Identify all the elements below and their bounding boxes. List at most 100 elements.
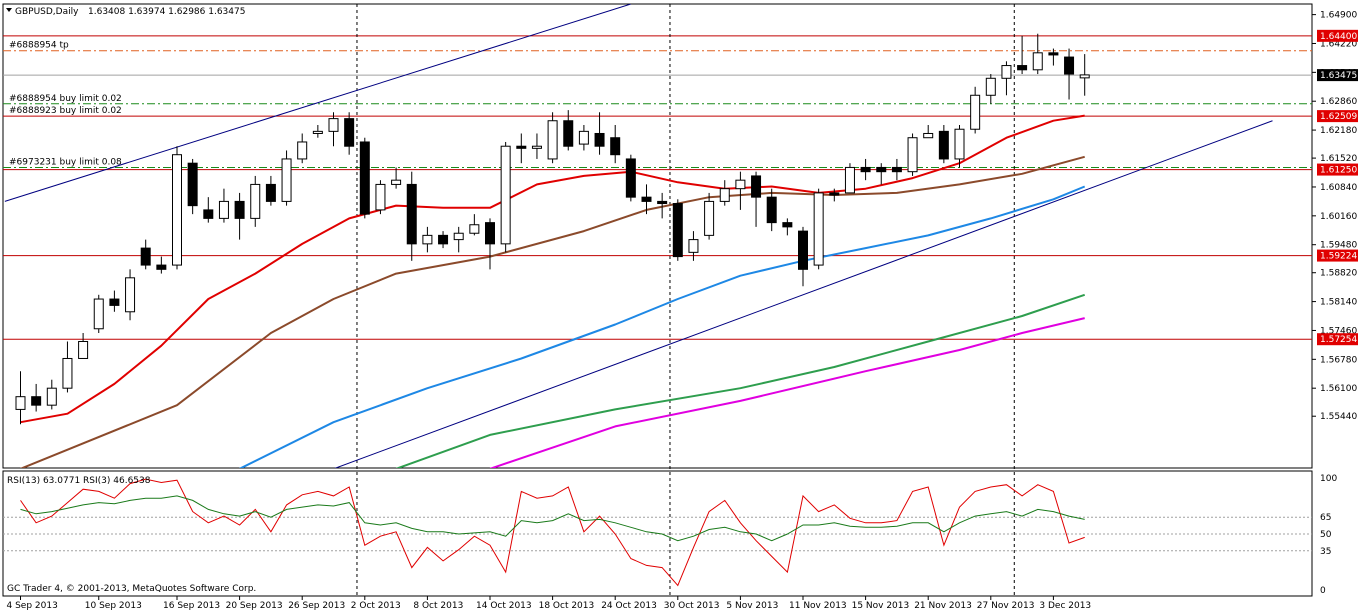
candle (672, 199, 683, 261)
candle-body-bear (657, 200, 668, 205)
candle-body-bull (422, 234, 433, 245)
candle-body-bull (172, 154, 182, 266)
candle-body-bear (140, 247, 151, 266)
candle-body-bear (234, 200, 245, 219)
date-label: 3 Dec 2013 (1039, 601, 1091, 611)
candle-body-bear (876, 166, 887, 173)
date-label: 16 Sep 2013 (163, 601, 220, 611)
candle-body-bear (610, 137, 621, 156)
price-tick-label: 1.58820 (1320, 269, 1357, 279)
candle-body-bull (62, 357, 73, 389)
symbol-label: GBPUSD,Daily (15, 7, 79, 17)
price-chart[interactable]: #6888954 tp #6888954 buy limit 0.02 #68889… (0, 0, 1358, 613)
candle-body-bull (719, 188, 730, 202)
price-badge-label: 1.63475 (1320, 71, 1357, 81)
candle (359, 137, 370, 219)
candle (844, 163, 855, 194)
candle-body-bull (125, 277, 136, 313)
candle-body-bull (1032, 52, 1043, 71)
candle-body-bear (625, 158, 636, 198)
candle-body-bear (203, 209, 214, 219)
candle-body-bull (250, 183, 261, 219)
date-label: 30 Oct 2013 (664, 601, 720, 611)
candle-body-bull (391, 179, 402, 185)
candle-body-bull (688, 239, 699, 253)
candle (375, 180, 386, 215)
price-tick-label: 1.59480 (1320, 241, 1357, 251)
rsi-tick-label: 65 (1320, 513, 1331, 523)
candle-body-bear (782, 222, 793, 228)
price-tick-label: 1.60840 (1320, 183, 1357, 193)
candle-body-bear (751, 175, 762, 198)
candle-body-bear (156, 264, 167, 270)
candle-body-bear (891, 166, 902, 173)
price-tick-label: 1.56780 (1320, 355, 1357, 365)
candle (93, 294, 104, 334)
candle-body-bear (672, 203, 683, 258)
rsi-tick-label: 0 (1320, 586, 1326, 596)
rsi-tick-label: 35 (1320, 547, 1331, 557)
candle-body-bull (704, 200, 715, 236)
candle-body-bear (344, 118, 355, 147)
ohlc-label: 1.63408 1.63974 1.62986 1.63475 (88, 7, 245, 17)
candle-body-bull (985, 77, 996, 96)
date-label: 14 Oct 2013 (476, 601, 532, 611)
candle-body-bull (15, 396, 26, 410)
candle (907, 133, 918, 176)
date-label: 18 Oct 2013 (539, 601, 595, 611)
candle-body-bull (1079, 74, 1090, 79)
candle-body-bull (500, 145, 511, 245)
candle-body-bull (735, 179, 746, 190)
price-tick-label: 1.62180 (1320, 126, 1357, 136)
candle (187, 158, 198, 215)
candle-body-bull (970, 94, 981, 130)
candle-body-bull (78, 340, 89, 359)
candle-body-bull (547, 120, 558, 160)
candle-body-bear (594, 132, 605, 147)
date-label: 8 Oct 2013 (413, 601, 463, 611)
copyright-text: GC Trader 4, © 2001-2013, MetaQuotes Sof… (7, 584, 256, 594)
candle-body-bear (938, 130, 949, 160)
rsi-tick-label: 50 (1320, 530, 1332, 540)
candle-body-bear (1064, 56, 1075, 75)
candle (172, 146, 182, 270)
date-label: 26 Sep 2013 (288, 601, 345, 611)
candle-body-bear (1017, 65, 1028, 71)
date-label: 10 Sep 2013 (85, 601, 142, 611)
price-tick-label: 1.55440 (1320, 412, 1357, 422)
candle-body-bull (923, 132, 934, 139)
candle-body-bear (766, 196, 777, 224)
date-label: 27 Nov 2013 (977, 601, 1035, 611)
price-tick-label: 1.62860 (1320, 97, 1357, 107)
price-badge-label: 1.57254 (1320, 335, 1357, 345)
order-label: #6973231 buy limit 0.08 (9, 157, 122, 167)
candle-body-bull (328, 118, 339, 132)
candle-body-bull (578, 130, 589, 145)
date-label: 20 Sep 2013 (226, 601, 283, 611)
date-label: 5 Nov 2013 (726, 601, 778, 611)
candle-body-bull (844, 166, 855, 194)
candle-body-bear (860, 166, 871, 173)
candle-body-bear (187, 162, 198, 207)
rsi-label: RSI(13) 63.0771 RSI(3) 46.6538 (7, 476, 151, 486)
candle-body-bull (297, 141, 308, 160)
candle-body-bull (907, 137, 918, 173)
candle-body-bull (469, 224, 480, 234)
price-tick-label: 1.61520 (1320, 154, 1357, 164)
price-tick-label: 1.60160 (1320, 212, 1357, 222)
candle-body-bear (563, 120, 574, 147)
candle-body-bear (829, 192, 840, 196)
price-badge-label: 1.64400 (1320, 32, 1357, 42)
candle-body-bear (359, 141, 370, 215)
price-badge-label: 1.59224 (1320, 252, 1357, 262)
candle-body-bear (798, 230, 808, 270)
price-tick-label: 1.58140 (1320, 298, 1357, 308)
date-label: 2 Oct 2013 (351, 601, 401, 611)
candle-body-bull (46, 387, 57, 406)
candle (813, 188, 824, 270)
candle (281, 150, 292, 206)
date-label: 4 Sep 2013 (7, 601, 58, 611)
candle-body-bear (109, 298, 120, 306)
rsi-tick-label: 100 (1320, 474, 1337, 484)
candle (500, 141, 511, 253)
